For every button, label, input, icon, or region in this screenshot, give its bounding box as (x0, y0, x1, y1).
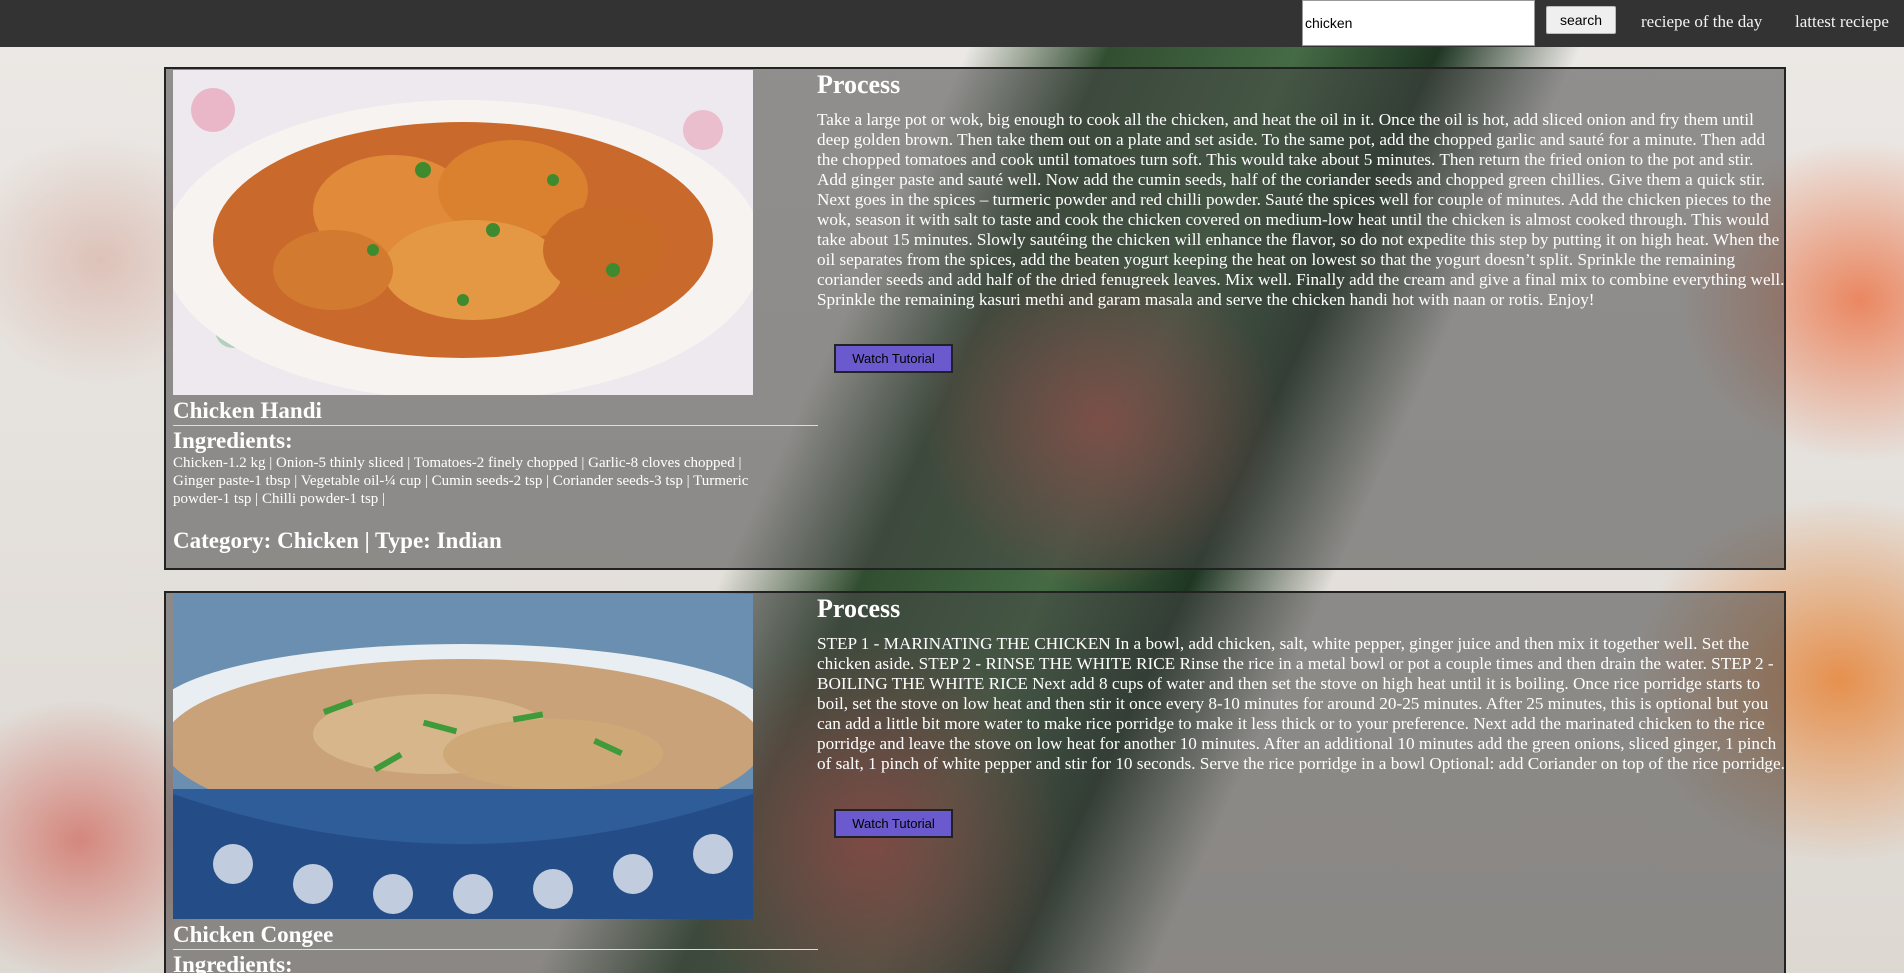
ingredients-list: Chicken-1.2 kg | Onion-5 thinly sliced |… (173, 455, 749, 507)
ingredients-heading: Ingredients: (173, 428, 293, 453)
recipe-card: Chicken Handi Ingredients: Chicken-1.2 k… (164, 67, 1786, 570)
process-heading: Process (817, 594, 901, 623)
ingredients-heading: Ingredients: (173, 952, 293, 973)
watch-tutorial-button[interactable]: Watch Tutorial (834, 809, 953, 838)
recipe-photo (173, 594, 753, 919)
process-heading: Process (817, 70, 901, 99)
search-button[interactable]: search (1546, 6, 1616, 34)
recipe-title: Chicken Congee (173, 921, 818, 950)
recipe-category-type: Category: Chicken | Type: Indian (173, 528, 502, 553)
recipe-photo (173, 70, 753, 395)
top-navbar: search reciepe of the day lattest reciep… (0, 0, 1904, 47)
process-text: STEP 1 - MARINATING THE CHICKEN In a bow… (817, 634, 1785, 773)
process-text: Take a large pot or wok, big enough to c… (817, 110, 1785, 309)
recipe-title: Chicken Handi (173, 397, 818, 426)
watch-tutorial-button[interactable]: Watch Tutorial (834, 344, 953, 373)
search-input[interactable] (1302, 0, 1535, 46)
recipe-card: Chicken Congee Ingredients: Process STEP… (164, 591, 1786, 973)
nav-link-recipe-of-the-day[interactable]: reciepe of the day (1641, 12, 1762, 32)
nav-link-latest-recipe[interactable]: lattest reciepe (1795, 12, 1889, 32)
